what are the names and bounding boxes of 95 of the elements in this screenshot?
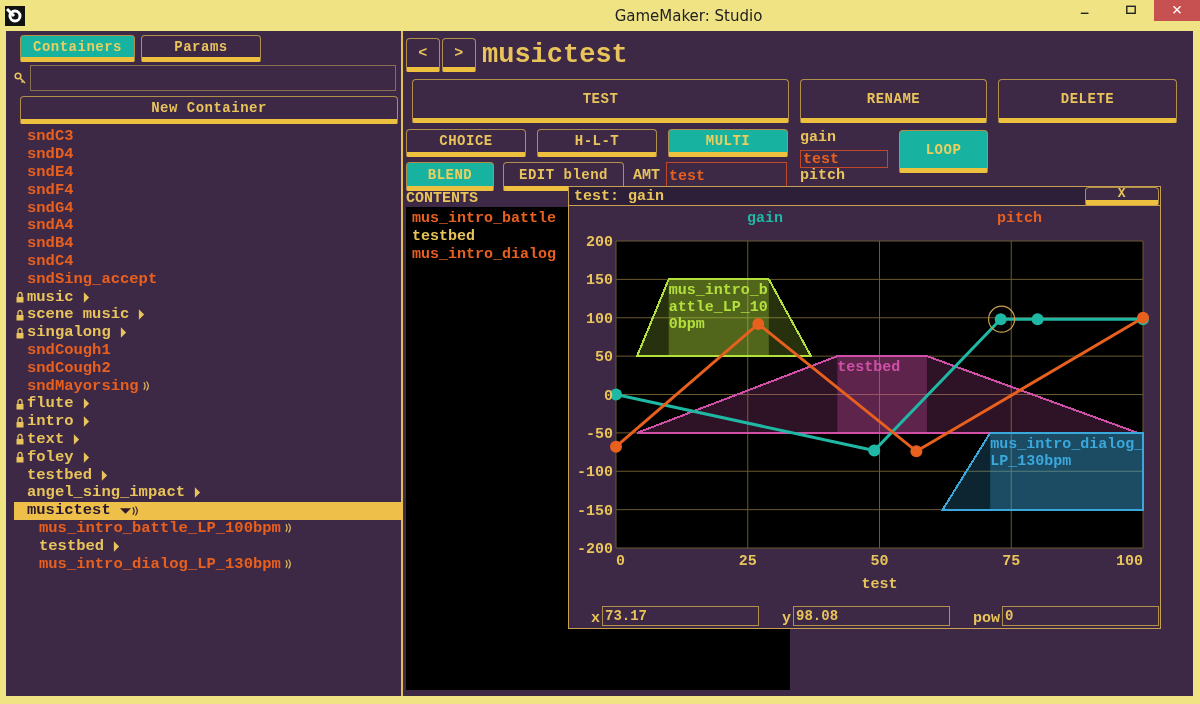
field-label: pow (973, 612, 1001, 626)
expand-arrow-icon[interactable] (82, 416, 90, 428)
region-label: mus_intro_dialog_LP_130bpm (990, 435, 1145, 470)
x-tick-label: 100 (1116, 553, 1143, 570)
window-title: GameMaker: Studio (613, 6, 763, 25)
tree-item[interactable]: music (25, 288, 74, 306)
expand-arrow-icon[interactable] (82, 398, 90, 410)
close-button[interactable]: X (1085, 187, 1159, 205)
point (868, 444, 881, 457)
tree-item[interactable]: testbed (37, 537, 105, 555)
point (610, 440, 622, 453)
value-field[interactable]: 98.08 (793, 606, 951, 626)
action-button[interactable]: RENAME (800, 79, 987, 123)
y-tick-label: -100 (577, 464, 613, 482)
contents-item[interactable]: testbed (412, 228, 475, 246)
expand-arrow-icon[interactable] (82, 451, 90, 463)
expand-arrow-icon[interactable] (113, 540, 121, 552)
y-tick-label: 100 (586, 310, 613, 328)
clip-region-drawing[interactable] (636, 355, 1139, 434)
region-label: mus_intro_battle_LP_100bpm (668, 282, 769, 334)
expand-arrow-icon[interactable] (194, 487, 202, 499)
y-tick-label: 50 (595, 349, 613, 367)
mode-button[interactable]: CHOICE (406, 129, 526, 157)
tree-item[interactable]: sndA4 (25, 217, 74, 235)
point (1031, 313, 1044, 326)
point (752, 317, 765, 330)
expand-arrow-icon[interactable] (119, 327, 127, 339)
tree-item[interactable]: sndCough1 (25, 341, 111, 359)
expand-arrow-icon[interactable] (73, 433, 81, 445)
tree-item[interactable]: text (25, 430, 65, 448)
value-field[interactable]: 73.17 (602, 606, 759, 626)
tree-item[interactable]: sndG4 (25, 199, 74, 217)
selection-ring (988, 305, 1016, 333)
tree-item[interactable]: intro (25, 413, 74, 431)
back-button[interactable]: < (406, 38, 440, 72)
legend-label: pitch (997, 210, 1042, 227)
tree-item[interactable]: musictest (25, 502, 111, 520)
tree-item[interactable]: sndC4 (25, 252, 74, 270)
tree-item[interactable]: testbed (25, 466, 93, 484)
action-button[interactable]: DELETE (998, 79, 1177, 123)
contents-item[interactable]: mus_intro_dialog (412, 246, 557, 264)
mode-button[interactable]: H-L-T (537, 129, 657, 157)
tree-item[interactable]: sndSing_accept (25, 270, 158, 288)
region-label: testbed (837, 359, 902, 377)
tree-item[interactable]: sndF4 (25, 181, 74, 199)
pitch-label: pitch (800, 169, 846, 183)
forward-button[interactable]: > (442, 38, 476, 72)
tree-item[interactable]: sndCough2 (25, 359, 111, 377)
contents-label: CONTENTS (406, 190, 478, 207)
search-icon (14, 72, 26, 84)
tree-item[interactable]: scene music (25, 306, 130, 324)
y-tick-label: 150 (586, 272, 613, 290)
tree-item[interactable]: flute (25, 395, 74, 413)
tree-item[interactable]: sndMayorsing (25, 377, 139, 395)
x-tick-label: 50 (870, 553, 889, 570)
point (910, 445, 923, 458)
selected-row[interactable]: musictest (14, 501, 403, 520)
app-logo-icon (5, 5, 25, 26)
gain-field[interactable]: test (800, 150, 888, 168)
x-tick-label: 25 (738, 553, 757, 570)
action-button[interactable]: TEST (412, 79, 789, 123)
y-tick-label: 0 (604, 387, 613, 405)
contents-item[interactable]: mus_intro_battle (412, 210, 557, 228)
y-tick-label: -50 (586, 425, 613, 443)
y-tick-label: -200 (577, 541, 613, 558)
y-tick-label: -150 (577, 502, 613, 520)
tree-item[interactable]: sndD4 (25, 146, 74, 164)
tree-item[interactable]: mus_intro_dialog_LP_130bpm (37, 555, 281, 573)
tree-item[interactable]: sndE4 (25, 164, 74, 181)
amt-label: AMT (633, 167, 660, 184)
expand-arrow-icon[interactable] (101, 469, 109, 481)
expand-arrow-icon[interactable] (138, 309, 146, 321)
tab[interactable]: Params (141, 35, 261, 62)
x-tick-label: 75 (1002, 553, 1021, 570)
x-axis-label: test (861, 576, 898, 593)
tree-item[interactable]: foley (25, 448, 74, 466)
field-label: x (591, 612, 600, 626)
x-tick-label: 0 (616, 553, 625, 570)
search-field[interactable] (30, 65, 396, 91)
expand-arrow-icon[interactable] (82, 291, 90, 303)
tree-item[interactable]: mus_intro_battle_LP_100bpm (37, 519, 281, 537)
tree-item[interactable]: sndC3 (25, 128, 74, 146)
y-tick-label: 200 (586, 234, 613, 251)
clip-region-drawing[interactable] (940, 431, 1144, 511)
tree-item[interactable]: singalong (25, 324, 111, 342)
tree-item[interactable]: angel_sing_impact (25, 484, 186, 502)
container-title: musictest (482, 40, 628, 70)
collapse-arrow-icon[interactable] (119, 506, 131, 515)
new-container-button[interactable]: New Container (20, 96, 398, 124)
value-field[interactable]: 0 (1002, 606, 1160, 626)
legend-label: gain (747, 210, 783, 227)
gain-label: gain (800, 129, 837, 146)
field-label: y (782, 612, 792, 626)
tree-item[interactable]: sndB4 (25, 235, 74, 253)
edit-blend-button[interactable]: EDIT blend (503, 162, 624, 191)
